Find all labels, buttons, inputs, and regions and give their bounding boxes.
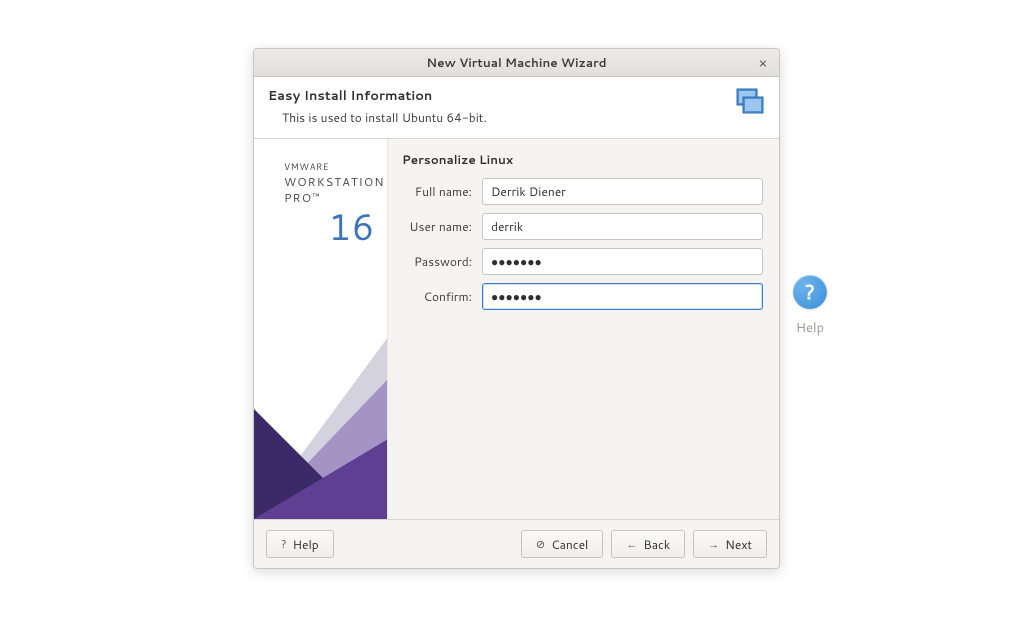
- question-icon: ?: [281, 539, 287, 550]
- help-button[interactable]: ? Help: [266, 530, 334, 558]
- header-subtitle: This is used to install Ubuntu 64-bit.: [282, 109, 733, 126]
- dialog-footer: ? Help ⊘ Cancel ← Back → Next: [254, 519, 779, 568]
- password-input[interactable]: [482, 248, 763, 275]
- dialog-body: VMWARE WORKSTATION PRO™ 16 Personalize L…: [254, 139, 779, 519]
- brand-triangles-art: [254, 279, 388, 519]
- dialog-header: Easy Install Information This is used to…: [254, 77, 779, 139]
- dialog-titlebar[interactable]: New Virtual Machine Wizard ×: [254, 49, 779, 77]
- arrow-right-icon: →: [708, 539, 719, 550]
- confirm-row: Confirm:: [402, 283, 763, 310]
- help-icon: ?: [793, 275, 827, 309]
- user-name-row: User name:: [402, 213, 763, 240]
- header-title: Easy Install Information: [268, 87, 733, 105]
- full-name-row: Full name:: [402, 178, 763, 205]
- cancel-button[interactable]: ⊘ Cancel: [521, 530, 604, 558]
- next-button[interactable]: → Next: [693, 530, 767, 558]
- form-section-title: Personalize Linux: [402, 151, 763, 168]
- footer-nav-buttons: ⊘ Cancel ← Back → Next: [521, 530, 767, 558]
- full-name-label: Full name:: [402, 183, 482, 200]
- user-name-label: User name:: [402, 218, 482, 235]
- new-vm-wizard-dialog: New Virtual Machine Wizard × Easy Instal…: [253, 48, 780, 569]
- personalize-form: Personalize Linux Full name: User name: …: [388, 139, 779, 519]
- confirm-label: Confirm:: [402, 288, 482, 305]
- vm-monitors-icon: [733, 87, 765, 119]
- back-button[interactable]: ← Back: [611, 530, 685, 558]
- confirm-input[interactable]: [482, 283, 763, 310]
- dialog-title: New Virtual Machine Wizard: [426, 54, 606, 71]
- desktop-help-launcher[interactable]: ? Help: [793, 275, 827, 337]
- dialog-header-text: Easy Install Information This is used to…: [268, 87, 733, 126]
- close-icon[interactable]: ×: [755, 53, 771, 73]
- password-label: Password:: [402, 253, 482, 270]
- arrow-left-icon: ←: [626, 539, 637, 550]
- password-row: Password:: [402, 248, 763, 275]
- wizard-brand-sidebar: VMWARE WORKSTATION PRO™ 16: [254, 139, 388, 519]
- user-name-input[interactable]: [482, 213, 763, 240]
- vmware-workstation-logo: VMWARE WORKSTATION PRO™ 16: [254, 139, 387, 252]
- desktop-help-label: Help: [796, 319, 824, 337]
- full-name-input[interactable]: [482, 178, 763, 205]
- cancel-icon: ⊘: [536, 539, 545, 550]
